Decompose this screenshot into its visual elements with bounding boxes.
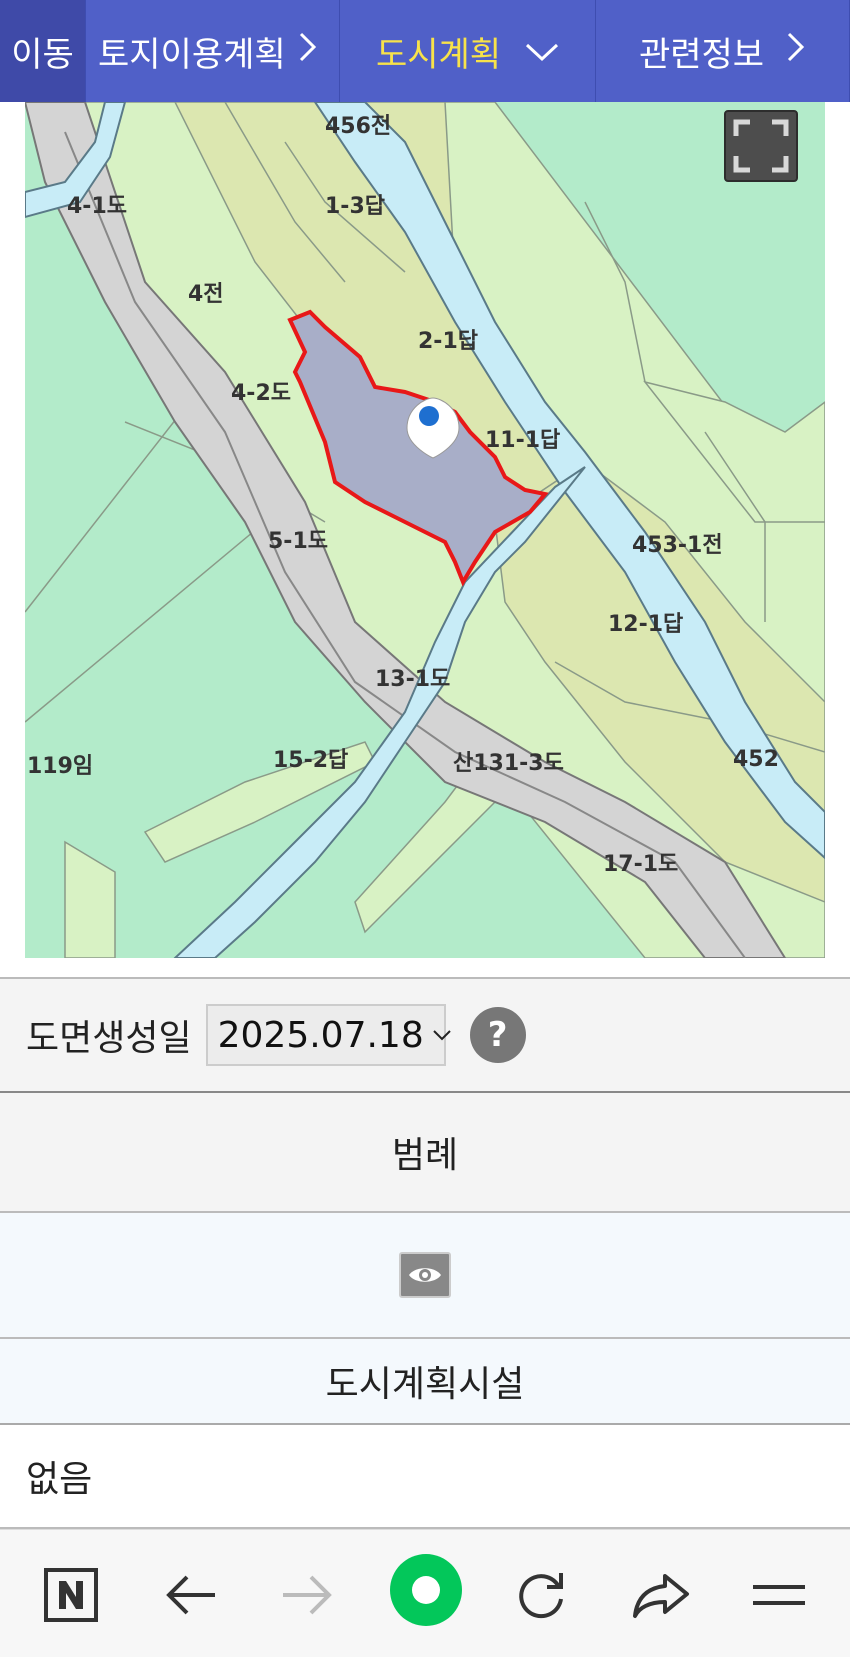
- eye-icon: [409, 1268, 441, 1282]
- back-arrow-icon: [166, 1575, 215, 1615]
- tab-prev[interactable]: 이동: [0, 0, 86, 102]
- urban-facility-header: 도시계획시설: [0, 1339, 850, 1425]
- back-button[interactable]: [156, 1560, 226, 1630]
- parcel-label: 13-1도: [375, 667, 450, 692]
- green-circle-icon: [390, 1554, 462, 1626]
- legend-visibility-row: [0, 1213, 850, 1339]
- share-icon: [633, 1574, 689, 1618]
- help-button[interactable]: ?: [469, 1007, 526, 1063]
- parcel-label: 452: [733, 747, 779, 772]
- drawing-date-bar: 도면생성일 2025.07.18 ?: [0, 977, 850, 1093]
- eye-toggle-button[interactable]: [399, 1252, 451, 1298]
- refresh-icon: [519, 1573, 563, 1619]
- parcel-label: 4전: [188, 282, 224, 307]
- parcel-label: 15-2답: [273, 748, 348, 773]
- map-canvas: 456전 1-3답 4-1도 4전 2-1답 4-2도 11-1답 5-1도 4…: [25, 102, 825, 958]
- parcel-label: 5-1도: [268, 529, 328, 554]
- forward-arrow-icon: [283, 1575, 332, 1615]
- chevron-down-icon: [432, 1023, 452, 1048]
- tab-landuse[interactable]: 토지이용계획: [86, 0, 340, 102]
- naver-home-icon: [44, 1568, 98, 1622]
- tab-urban-plan[interactable]: 도시계획: [340, 0, 596, 102]
- parcel-label: 453-1전: [632, 533, 723, 558]
- urban-facility-row: 없음: [0, 1425, 850, 1529]
- cadastral-map[interactable]: 456전 1-3답 4-1도 4전 2-1답 4-2도 11-1답 5-1도 4…: [25, 102, 825, 958]
- drawing-date-label: 도면생성일: [26, 1018, 192, 1059]
- parcel-label: 2-1답: [418, 329, 478, 354]
- tab-related-info[interactable]: 관련정보: [596, 0, 850, 102]
- naver-home-button[interactable]: [36, 1560, 106, 1630]
- chevron-right-icon: [298, 31, 318, 72]
- urban-facility-value: 없음: [26, 1459, 93, 1500]
- fullscreen-icon: [733, 119, 789, 173]
- parcel-label: 1-3답: [325, 194, 385, 219]
- tab-related-label: 관련정보: [638, 34, 765, 75]
- top-tab-bar: 이동 토지이용계획 도시계획 관련정보: [0, 0, 850, 102]
- drawing-date-value: 2025.07.18: [217, 1014, 424, 1056]
- parcel-label: 17-1도: [603, 852, 678, 877]
- refresh-button[interactable]: [506, 1560, 576, 1630]
- fullscreen-button[interactable]: [724, 110, 798, 182]
- urban-facility-title: 도시계획시설: [325, 1364, 525, 1405]
- menu-icon: [753, 1585, 805, 1605]
- tab-landuse-label: 토지이용계획: [98, 34, 286, 75]
- drawing-date-select[interactable]: 2025.07.18: [205, 1004, 451, 1066]
- legend-title: 범례: [391, 1135, 459, 1176]
- help-icon: ?: [487, 1015, 508, 1055]
- browser-bottom-bar: [0, 1529, 850, 1657]
- parcel-label: 12-1답: [608, 612, 683, 637]
- legend-header[interactable]: 범례: [0, 1093, 850, 1213]
- share-button[interactable]: [626, 1560, 696, 1630]
- parcel-label: 119임: [27, 754, 93, 779]
- tab-prev-label: 이동: [11, 34, 74, 75]
- parcel-label: 산131-3도: [453, 751, 564, 776]
- parcel-label: 456전: [325, 114, 391, 139]
- green-circle-button[interactable]: [388, 1552, 464, 1628]
- chevron-right-icon: [786, 31, 806, 72]
- menu-button[interactable]: [744, 1560, 814, 1630]
- parcel-label: 11-1답: [485, 428, 560, 453]
- tab-urban-label: 도시계획: [375, 34, 502, 75]
- chevron-down-icon: [525, 31, 559, 71]
- parcel-label: 4-1도: [67, 194, 127, 219]
- parcel-label: 4-2도: [231, 381, 291, 406]
- forward-button[interactable]: [272, 1560, 342, 1630]
